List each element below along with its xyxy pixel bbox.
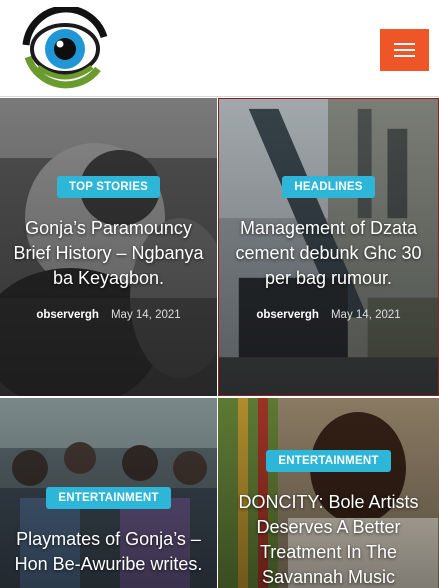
post-content: ENTERTAINMENT DONCITY: Bole Artists Dese… (218, 450, 439, 588)
category-badge[interactable]: HEADLINES (282, 176, 375, 198)
post-content: TOP STORIES Gonja’s Paramouncy Brief His… (0, 176, 217, 321)
category-badge[interactable]: ENTERTAINMENT (266, 450, 391, 472)
post-card-doncity-bole[interactable]: ENTERTAINMENT DONCITY: Bole Artists Dese… (218, 398, 439, 588)
post-content: ENTERTAINMENT Playmates of Gonja’s – Hon… (0, 487, 217, 577)
site-header (0, 0, 439, 97)
post-card-gonja-history[interactable]: TOP STORIES Gonja’s Paramouncy Brief His… (0, 98, 217, 396)
post-meta: observergh May 14, 2021 (36, 309, 180, 321)
category-badge[interactable]: TOP STORIES (57, 176, 160, 198)
post-date: May 14, 2021 (110, 309, 181, 321)
post-content: HEADLINES Management of Dzata cement deb… (219, 176, 438, 321)
post-title[interactable]: Management of Dzata cement debunk Ghc 30… (227, 216, 430, 291)
post-card-dzata-cement[interactable]: HEADLINES Management of Dzata cement deb… (218, 98, 439, 396)
post-title[interactable]: Playmates of Gonja’s – Hon Be-Awuribe wr… (8, 527, 209, 577)
post-author[interactable]: observergh (256, 309, 319, 321)
post-title[interactable]: Gonja’s Paramouncy Brief History – Ngban… (8, 216, 209, 291)
post-title[interactable]: DONCITY: Bole Artists Deserves A Better … (226, 490, 431, 588)
hamburger-menu-icon (394, 43, 415, 45)
post-meta: observergh May 14, 2021 (256, 309, 400, 321)
post-card-playmates-gonja[interactable]: ENTERTAINMENT Playmates of Gonja’s – Hon… (0, 398, 217, 588)
hamburger-line (394, 55, 415, 57)
post-date: May 14, 2021 (330, 309, 401, 321)
posts-grid: TOP STORIES Gonja’s Paramouncy Brief His… (0, 98, 439, 588)
hamburger-line (394, 49, 415, 51)
category-badge[interactable]: ENTERTAINMENT (46, 487, 171, 509)
eye-logo-icon[interactable] (18, 7, 112, 91)
post-author[interactable]: observergh (36, 309, 99, 321)
hamburger-menu-button[interactable] (380, 29, 429, 71)
